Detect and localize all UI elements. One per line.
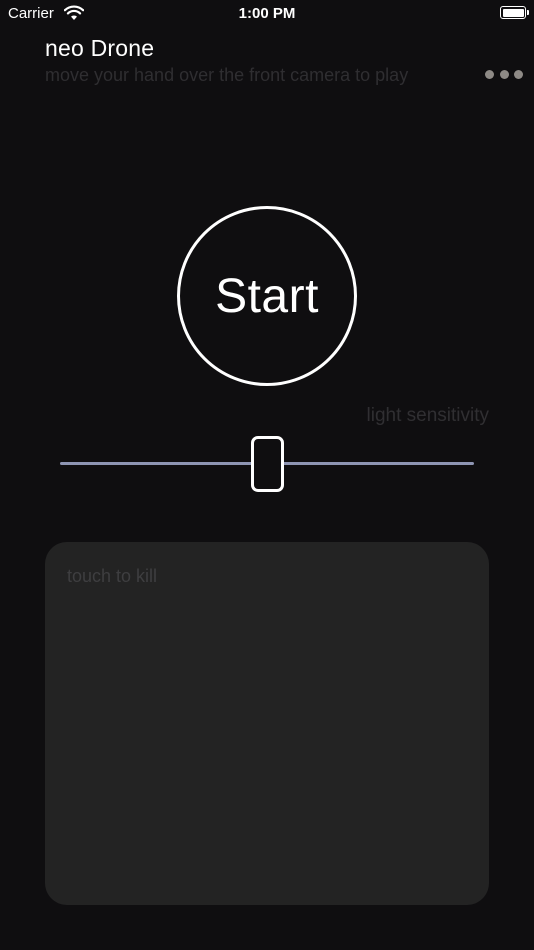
sensitivity-slider[interactable] — [60, 436, 474, 492]
slider-thumb[interactable] — [251, 436, 284, 492]
battery-cap — [527, 10, 529, 15]
sensitivity-label: light sensitivity — [366, 405, 490, 426]
kill-touch-pad[interactable]: touch to kill — [45, 542, 489, 905]
battery-icon — [500, 6, 526, 19]
more-dot-icon — [514, 69, 523, 79]
status-time: 1:00 PM — [238, 5, 296, 22]
kill-pad-label: touch to kill — [67, 566, 158, 586]
more-dot-icon — [485, 69, 494, 79]
start-button[interactable]: Start — [177, 206, 357, 386]
start-label: Start — [215, 269, 319, 323]
app-subtitle: move your hand over the front camera to … — [45, 65, 409, 85]
app-title: neo Drone — [45, 35, 155, 61]
more-options-button[interactable] — [485, 66, 523, 82]
more-dot-icon — [499, 69, 509, 79]
status-bar: Carrier 1:00 PM — [0, 0, 534, 28]
